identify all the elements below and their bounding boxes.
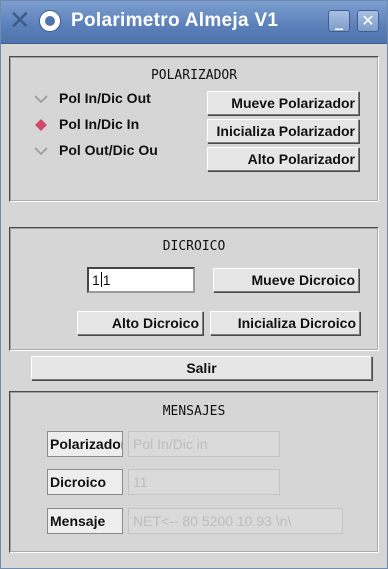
alto-dicroico-button[interactable]: Alto Dicroico: [77, 311, 203, 335]
polarimetro-window: ✕ Polarimetro Almeja V1 _ ✕ POLARIZADOR …: [0, 0, 388, 569]
radio-pol-in-dic-out[interactable]: Pol In/Dic Out: [33, 88, 198, 110]
window-menu-icon[interactable]: [39, 10, 61, 32]
radio-pol-in-dic-in[interactable]: Pol In/Dic In: [33, 114, 198, 136]
radio-selected-icon: [35, 119, 47, 131]
dicroico-status-label: Dicroico: [47, 469, 123, 495]
dicroico-position-input[interactable]: 11: [87, 267, 195, 293]
dicroico-title: DICROICO: [162, 239, 226, 254]
alto-polarizador-button[interactable]: Alto Polarizador: [207, 147, 359, 171]
radio-unselected-icon: [34, 147, 48, 156]
mueve-dicroico-button[interactable]: Mueve Dicroico: [213, 268, 359, 292]
polarizador-status-label: Polarizador: [47, 431, 123, 457]
radio-label-pol-out-dic-out: Pol Out/Dic Ou: [59, 142, 158, 158]
dicroico-value-end: 1: [102, 272, 111, 288]
mensajes-panel: MENSAJES Polarizador Pol In/Dic in Dicro…: [9, 391, 379, 553]
dicroico-status-field: 11: [128, 469, 280, 495]
polarizador-status-field: Pol In/Dic in: [128, 431, 280, 457]
text-caret: [100, 272, 102, 287]
mensaje-status-field: NET<-- 80 5200 10.93 \n\: [128, 508, 343, 534]
mueve-polarizador-button[interactable]: Mueve Polarizador: [207, 91, 359, 115]
radio-label-pol-in-dic-in: Pol In/Dic In: [59, 116, 140, 132]
dicroico-panel: DICROICO 11 Mueve Dicroico Alto Dicroico…: [9, 227, 379, 351]
title-bar[interactable]: ✕ Polarimetro Almeja V1 _ ✕: [1, 1, 387, 44]
minimize-button[interactable]: _: [328, 10, 350, 32]
inicializa-polarizador-button[interactable]: Inicializa Polarizador: [207, 119, 359, 143]
close-button[interactable]: ✕: [357, 10, 379, 32]
polarizador-panel: POLARIZADOR Pol In/Dic Out Pol In/Dic In…: [9, 56, 379, 202]
radio-label-pol-in-dic-out: Pol In/Dic Out: [59, 90, 151, 106]
dicroico-value-start: 1: [92, 272, 100, 288]
window-title: Polarimetro Almeja V1: [71, 10, 279, 31]
polarizador-title: POLARIZADOR: [150, 68, 238, 83]
x11-app-icon: ✕: [9, 6, 31, 36]
radio-unselected-icon: [34, 95, 48, 104]
inicializa-dicroico-button[interactable]: Inicializa Dicroico: [210, 311, 360, 335]
radio-pol-out-dic-out[interactable]: Pol Out/Dic Ou: [33, 140, 198, 162]
mensajes-title: MENSAJES: [162, 404, 226, 419]
mensaje-status-label: Mensaje: [47, 508, 123, 534]
salir-button[interactable]: Salir: [31, 356, 372, 380]
